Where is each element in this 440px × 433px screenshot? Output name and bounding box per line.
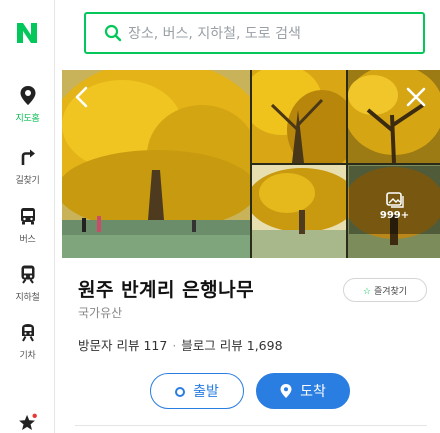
ginkgo-field-photo	[252, 165, 346, 258]
more-photos-count: 999+	[379, 210, 410, 221]
panel-divider	[75, 425, 427, 426]
rail-label-subway: 지하철	[15, 293, 40, 303]
rail-label-map-home: 지도홈	[15, 114, 40, 124]
place-title: 원주 반계리 은행나무	[78, 279, 255, 301]
gallery-photo-4[interactable]	[252, 165, 346, 258]
more-photos-button[interactable]: 999+	[349, 166, 440, 234]
rail-item-map-home[interactable]: 지도홈	[0, 84, 55, 142]
review-summary: 방문자 리뷰 117 · 블로그 리뷰 1,698	[78, 335, 283, 354]
rail-label-train: 기차	[19, 351, 36, 361]
rail-item-subway[interactable]: 지하철	[0, 263, 55, 321]
destination-label: 도착	[300, 384, 326, 400]
search-bar[interactable]	[84, 12, 425, 54]
rail-item-bus[interactable]: 버스	[0, 205, 55, 263]
review-separator: ·	[172, 338, 177, 353]
destination-pin-icon	[280, 384, 292, 398]
left-nav-rail: 지도홈 길찾기 버스 지하철 기차	[0, 0, 55, 433]
bus-icon	[20, 208, 35, 225]
blog-review-count[interactable]: 블로그 리뷰 1,698	[181, 338, 282, 353]
visitor-review-count[interactable]: 방문자 리뷰 117	[78, 338, 167, 353]
set-origin-button[interactable]: 출발	[150, 373, 244, 409]
save-favorite-button[interactable]: ☆ 즐겨찾기	[343, 278, 427, 302]
train-icon	[21, 324, 34, 342]
naver-logo[interactable]	[14, 20, 40, 46]
ginkgo-leaves-photo	[252, 70, 346, 163]
naver-map-app: 지도홈 길찾기 버스 지하철 기차 장소, 버스, 지하철, 도로 검색 999…	[0, 0, 440, 433]
place-category: 국가유산	[78, 306, 123, 320]
search-input[interactable]	[128, 23, 413, 45]
origin-label: 출발	[193, 384, 219, 400]
set-destination-button[interactable]: 도착	[256, 373, 350, 409]
directions-arrow-icon	[21, 149, 35, 165]
photo-stack-icon	[385, 192, 404, 208]
gallery-photo-2[interactable]	[252, 70, 346, 163]
favorites-star-icon	[18, 413, 37, 430]
origin-dot-icon	[175, 387, 186, 397]
close-icon[interactable]	[403, 84, 429, 110]
rail-label-bus: 버스	[19, 235, 36, 245]
subway-icon	[21, 265, 34, 284]
rail-label-directions: 길찾기	[15, 176, 40, 186]
save-label: 즐겨찾기	[373, 286, 408, 297]
search-icon	[104, 24, 122, 42]
rail-item-directions[interactable]: 길찾기	[0, 146, 55, 204]
rail-item-train[interactable]: 기차	[0, 321, 55, 379]
rail-item-favorites[interactable]	[0, 412, 55, 433]
star-outline-icon: ☆	[362, 286, 371, 297]
gallery-prev-chevron-icon[interactable]	[70, 84, 96, 110]
map-pin-icon	[20, 86, 35, 105]
